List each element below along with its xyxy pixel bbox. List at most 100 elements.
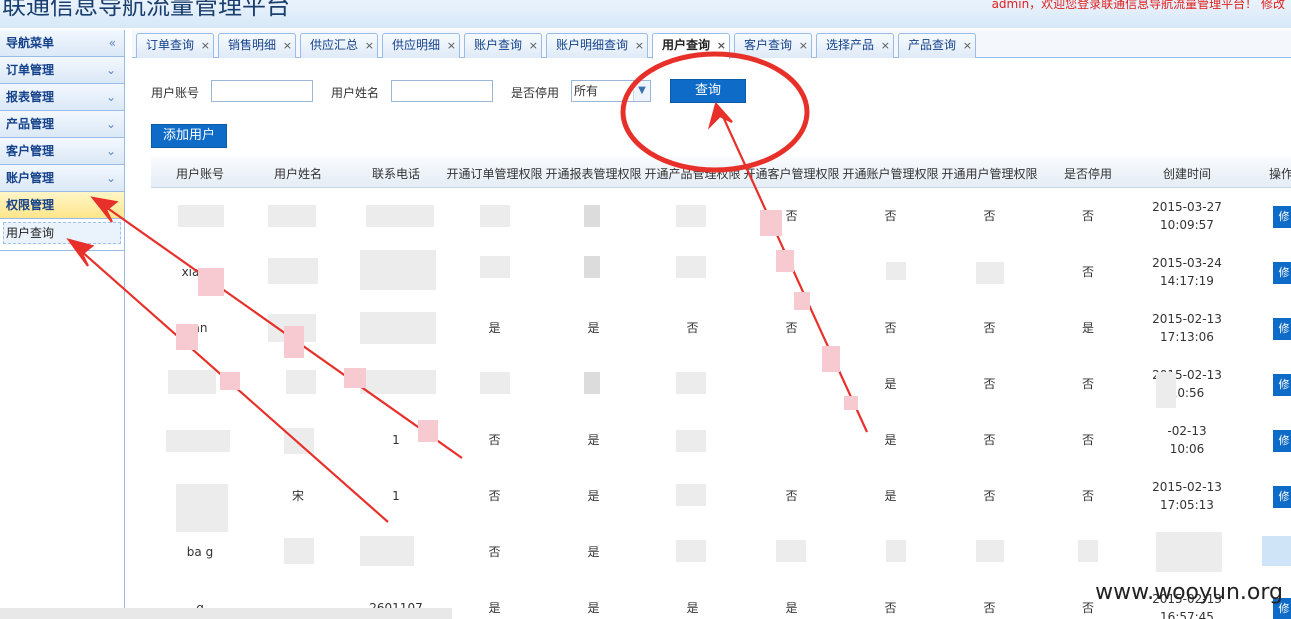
tab-supply-detail[interactable]: 供应明细 × [382, 33, 460, 58]
close-icon[interactable]: × [635, 34, 644, 57]
tab-label: 订单查询 [146, 38, 195, 52]
tab-user-query[interactable]: 用户查询 × [652, 33, 730, 59]
table-cell-acct: 是 [884, 377, 897, 391]
table-cell-account: xian g [181, 265, 219, 279]
tab-label: 账户明细查询 [556, 38, 629, 52]
close-icon[interactable]: × [963, 34, 972, 57]
query-button[interactable]: 查询 [670, 79, 746, 103]
submenu-item-user-query[interactable]: 用户查询 [3, 222, 121, 244]
close-icon[interactable]: × [201, 34, 210, 57]
column-header[interactable]: 用户账号 [151, 165, 249, 182]
table-cell-customer: 否 [785, 489, 798, 503]
disabled-select[interactable]: 所有 ▼ [571, 80, 651, 102]
user-table: 用户账号 用户姓名 联系电话 开通订单管理权限 开通报表管理权限 开通产品管理权… [151, 156, 1291, 619]
column-header[interactable]: 操作 [1269, 165, 1291, 182]
welcome-text[interactable]: admin，欢迎您登录联通信息导航流量管理平台！ 修改 [992, 0, 1285, 12]
menu-item-orders[interactable]: 订单管理 ⌄ [0, 57, 124, 84]
tab-bar: 订单查询 × 销售明细 × 供应汇总 × 供应明细 × 账户查询 × 账户明细查询 × 用户… [132, 30, 1291, 59]
menu-item-reports[interactable]: 报表管理 ⌄ [0, 84, 124, 111]
edit-button[interactable]: 修 [1273, 318, 1291, 340]
table-cell-order [445, 188, 544, 244]
add-user-button[interactable]: 添加用户 [151, 124, 227, 148]
table-cell-product [643, 356, 742, 412]
column-header[interactable]: 创建时间 [1137, 165, 1237, 182]
tab-supply-summary[interactable]: 供应汇总 × [300, 33, 378, 58]
sidebar-title-label: 导航菜单 [6, 36, 55, 50]
permissions-submenu: 用户查询 [0, 219, 124, 251]
edit-button[interactable]: 修 [1273, 206, 1291, 228]
chevron-down-icon: ⌄ [105, 90, 116, 104]
menu-item-accounts[interactable]: 账户管理 ⌄ [0, 165, 124, 192]
table-row: ba g 560 否 是 是 修 [151, 524, 1291, 580]
table-cell-order: 否 [488, 433, 501, 447]
close-icon[interactable]: × [365, 34, 374, 57]
tab-account-detail-query[interactable]: 账户明细查询 × [546, 33, 648, 58]
created-date: 2015-02-13 [1152, 312, 1222, 326]
tab-customer-query[interactable]: 客户查询 × [734, 33, 812, 58]
edit-button[interactable]: 修 [1273, 486, 1291, 508]
tab-product-query[interactable]: 产品查询 × [898, 33, 976, 58]
tab-order-query[interactable]: 订单查询 × [136, 33, 214, 58]
table-cell-phone: 1 [392, 433, 400, 447]
table-cell-user: 否 [983, 209, 996, 223]
close-icon[interactable]: × [529, 34, 538, 57]
column-header[interactable]: 用户姓名 [249, 165, 347, 182]
tab-label: 账户查询 [474, 38, 523, 52]
name-input[interactable] [391, 80, 493, 102]
menu-item-products[interactable]: 产品管理 ⌄ [0, 111, 124, 138]
edit-button[interactable]: 修 [1273, 374, 1291, 396]
table-cell-acct: 是 [884, 489, 897, 503]
tab-label: 客户查询 [744, 38, 793, 52]
menu-item-customers[interactable]: 客户管理 ⌄ [0, 138, 124, 165]
column-header[interactable]: 开通订单管理权限 [445, 165, 544, 182]
collapse-double-left-icon[interactable]: « [109, 30, 116, 56]
app-title: 联通信息导航流量管理平台 [2, 0, 290, 20]
table-cell-account: son [189, 489, 211, 503]
tab-account-query[interactable]: 账户查询 × [464, 33, 542, 58]
column-header[interactable]: 开通用户管理权限 [940, 165, 1039, 182]
chevron-down-icon: ⌄ [105, 63, 116, 77]
column-header[interactable]: 是否停用 [1039, 165, 1137, 182]
column-header[interactable]: 开通报表管理权限 [544, 165, 643, 182]
edit-button[interactable]: 修 [1273, 542, 1291, 564]
column-header[interactable]: 联系电话 [347, 165, 445, 182]
account-input[interactable] [211, 80, 313, 102]
disabled-label: 是否停用 [511, 86, 560, 100]
tab-select-product[interactable]: 选择产品 × [816, 33, 894, 58]
close-icon[interactable]: × [283, 34, 292, 57]
table-cell-report [544, 356, 643, 412]
edit-button[interactable]: 修 [1273, 430, 1291, 452]
close-icon[interactable]: × [881, 34, 890, 57]
table-cell-product: 是 [686, 545, 699, 559]
table-cell-acct: 是 [884, 433, 897, 447]
tab-sales-detail[interactable]: 销售明细 × [218, 33, 296, 58]
table-cell-acct: 否 [884, 321, 897, 335]
sidebar-title: 导航菜单 « [0, 30, 124, 57]
name-label: 用户姓名 [331, 86, 380, 100]
table-cell-name: 宋 [291, 489, 304, 503]
table-cell-customer: 否 [785, 209, 798, 223]
table-cell-product: 否 [686, 321, 699, 335]
edit-button[interactable]: 修 [1273, 262, 1291, 284]
table-cell-disabled [1039, 524, 1137, 580]
table-cell-user: 否 [983, 433, 996, 447]
table-cell-acct [841, 524, 940, 580]
column-header[interactable]: 开通客户管理权限 [742, 165, 841, 182]
table-cell-created: 2015-03-24 14:17:19 [1137, 244, 1237, 300]
disabled-select-value: 所有 [574, 84, 599, 98]
menu-label: 账户管理 [6, 171, 55, 185]
table-cell-acct: 否 [884, 601, 897, 615]
table-cell-acct [841, 244, 940, 300]
column-header[interactable]: 开通账户管理权限 [841, 165, 940, 182]
close-icon[interactable]: × [447, 34, 456, 57]
table-cell-user: 否 [983, 601, 996, 615]
close-icon[interactable]: × [799, 34, 808, 57]
tab-label: 销售明细 [228, 38, 277, 52]
column-header[interactable]: 开通产品管理权限 [643, 165, 742, 182]
menu-item-permissions[interactable]: 权限管理 ⌃ [0, 192, 124, 219]
chevron-down-icon[interactable]: ▼ [633, 81, 650, 101]
chevron-down-icon: ⌄ [105, 171, 116, 185]
close-icon[interactable]: × [717, 34, 726, 57]
table-cell-name [249, 244, 347, 300]
table-cell-user: 否 [983, 489, 996, 503]
